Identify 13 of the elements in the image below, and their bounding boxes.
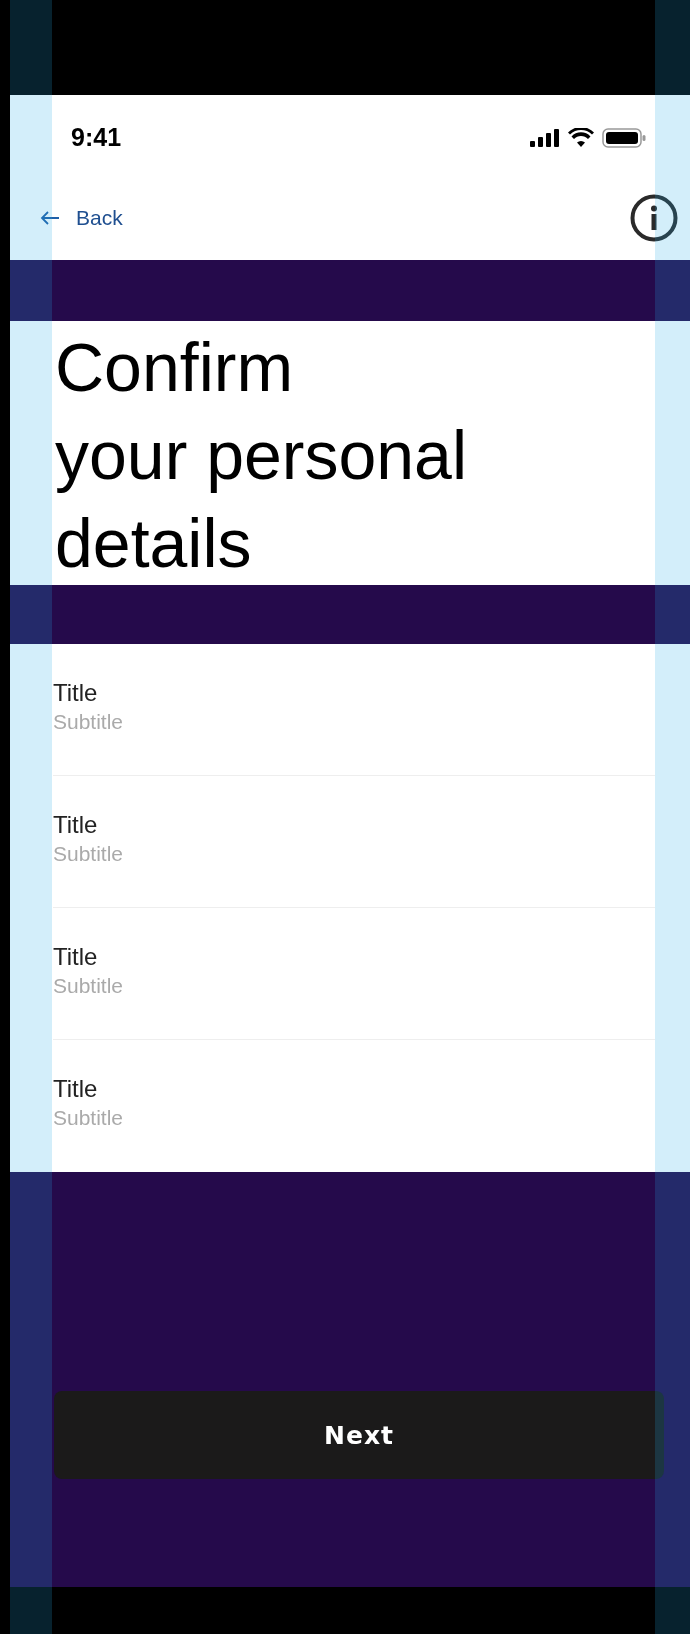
signal-icon — [530, 128, 560, 147]
battery-icon — [602, 127, 646, 148]
list-item[interactable]: Title Subtitle — [53, 908, 655, 1040]
wifi-icon — [568, 128, 594, 147]
page-heading: Confirm your personal details — [10, 321, 690, 585]
list-item[interactable]: Title Subtitle — [53, 644, 655, 776]
list-item[interactable]: Title Subtitle — [53, 1040, 655, 1172]
next-button[interactable]: Next — [54, 1391, 664, 1479]
status-time: 9:41 — [71, 123, 122, 152]
list-item[interactable]: Title Subtitle — [53, 776, 655, 908]
arrow-left-icon — [40, 211, 60, 225]
info-icon[interactable] — [630, 194, 678, 242]
back-link[interactable]: Back — [40, 206, 123, 230]
